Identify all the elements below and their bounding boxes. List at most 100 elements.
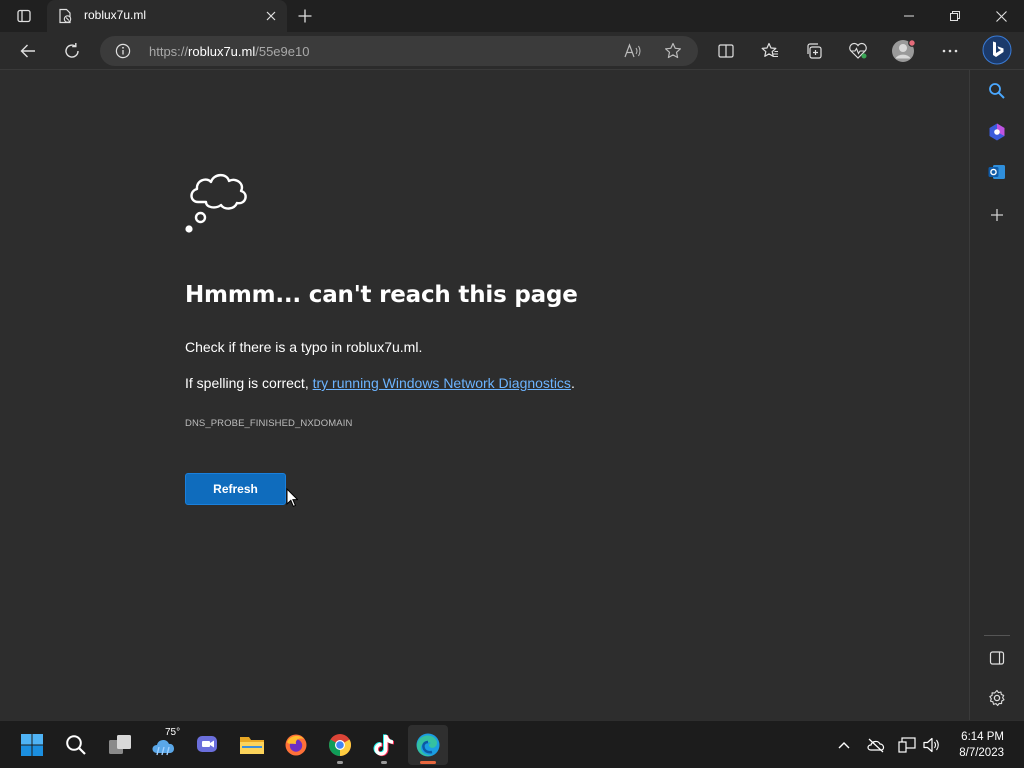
sidebar-designer-button[interactable] [984, 119, 1010, 145]
favorites-button[interactable] [754, 35, 786, 67]
tiktok-icon [373, 734, 394, 757]
running-indicator [381, 761, 387, 764]
url-scheme: https:// [149, 44, 189, 59]
favorites-icon [761, 42, 778, 58]
tiktok-button[interactable] [364, 725, 404, 765]
spelling-hint-text: If spelling is correct, try running Wind… [185, 375, 575, 391]
settings-more-button[interactable] [934, 35, 966, 67]
collections-icon [807, 43, 822, 59]
url-host: roblux7u.ml [188, 44, 256, 59]
close-icon [995, 10, 1007, 22]
browser-tab-active[interactable]: roblux7u.ml [47, 0, 287, 32]
volume-button[interactable] [922, 735, 942, 755]
outlook-icon [988, 165, 1005, 179]
page-content: Hmmm... can't reach this page Check if t… [0, 70, 969, 720]
edge-icon [416, 733, 440, 757]
sidebar-search-button[interactable] [984, 78, 1010, 104]
star-icon [665, 42, 681, 59]
spelling-suffix: . [570, 375, 575, 391]
collections-button[interactable] [798, 35, 830, 67]
close-tab-button[interactable] [263, 8, 279, 24]
sidebar-panel-icon [989, 651, 1005, 665]
refresh-button[interactable] [56, 35, 88, 67]
running-indicator [337, 761, 343, 764]
weather-temperature: 75° [165, 727, 181, 738]
title-bar: roblux7u.ml [0, 0, 1024, 32]
task-view-icon [109, 735, 131, 754]
edge-browser-button[interactable] [408, 725, 448, 765]
designer-icon [989, 123, 1005, 141]
show-hidden-icons-button[interactable] [834, 735, 854, 755]
teams-chat-button[interactable] [188, 725, 228, 765]
search-icon [989, 83, 1005, 99]
search-icon [66, 735, 86, 755]
copilot-button[interactable] [980, 33, 1014, 67]
file-explorer-button[interactable] [232, 725, 272, 765]
typo-hint-text: Check if there is a typo in roblux7u.ml. [185, 339, 423, 355]
close-window-button[interactable] [978, 0, 1024, 32]
edge-sidebar [969, 70, 1024, 720]
bing-copilot-icon [982, 35, 1012, 65]
error-code: DNS_PROBE_FINISHED_NXDOMAIN [185, 418, 353, 429]
task-view-button[interactable] [100, 725, 140, 765]
spelling-prefix: If spelling is correct, [185, 375, 313, 391]
gear-icon [989, 689, 1005, 707]
sidebar-settings-button[interactable] [984, 685, 1010, 711]
url-text[interactable]: https://roblux7u.ml/55e9e10 [149, 44, 309, 59]
restore-icon [950, 11, 960, 21]
address-bar[interactable]: https://roblux7u.ml/55e9e10 [100, 36, 698, 66]
onedrive-offline-icon [867, 738, 885, 753]
firefox-icon [285, 734, 307, 756]
plus-icon [991, 209, 1003, 221]
info-icon[interactable] [115, 43, 131, 59]
mouse-cursor-icon [286, 488, 298, 507]
chevron-up-icon [838, 742, 850, 749]
clock-time: 6:14 PM [961, 731, 1004, 743]
onedrive-button[interactable] [866, 735, 886, 755]
refresh-page-button[interactable]: Refresh [185, 473, 286, 505]
restore-button[interactable] [932, 0, 978, 32]
hide-sidebar-button[interactable] [984, 645, 1010, 671]
tab-actions-button[interactable] [8, 6, 40, 26]
chrome-icon [329, 734, 351, 756]
page-error-favicon-icon [59, 8, 72, 24]
minimize-button[interactable] [886, 0, 932, 32]
chrome-button[interactable] [320, 725, 360, 765]
read-aloud-button[interactable] [622, 40, 644, 62]
split-screen-button[interactable] [710, 35, 742, 67]
browser-toolbar: https://roblux7u.ml/55e9e10 [0, 32, 1024, 70]
heartbeat-icon [849, 42, 867, 59]
speaker-icon [923, 737, 939, 753]
network-button[interactable] [897, 735, 917, 755]
minimize-icon [904, 15, 914, 17]
start-button[interactable] [12, 725, 52, 765]
close-icon [266, 11, 276, 21]
sidebar-outlook-button[interactable] [984, 159, 1010, 185]
sidebar-add-button[interactable] [984, 202, 1010, 228]
plus-icon [298, 9, 312, 23]
back-button[interactable] [12, 35, 44, 67]
teams-chat-icon [197, 736, 217, 752]
network-diagnostics-link[interactable]: try running Windows Network Diagnostics [313, 375, 571, 391]
browser-essentials-button[interactable] [842, 35, 874, 67]
active-indicator [420, 761, 436, 764]
error-heading: Hmmm... can't reach this page [185, 282, 578, 308]
read-aloud-icon [624, 43, 641, 58]
taskbar-search-button[interactable] [56, 725, 96, 765]
thought-cloud-icon [185, 173, 247, 233]
add-favorite-button[interactable] [662, 40, 684, 62]
tab-title: roblux7u.ml [84, 8, 147, 22]
profile-button[interactable] [888, 35, 920, 67]
firefox-button[interactable] [276, 725, 316, 765]
tab-actions-icon [17, 9, 31, 23]
new-tab-button[interactable] [295, 6, 315, 26]
more-icon [942, 49, 958, 53]
back-arrow-icon [20, 44, 35, 58]
refresh-icon [65, 43, 79, 58]
sidebar-divider [984, 635, 1010, 636]
system-clock[interactable]: 6:14 PM 8/7/2023 [959, 729, 1004, 761]
folder-icon [240, 737, 264, 754]
clock-date: 8/7/2023 [959, 747, 1004, 759]
split-screen-icon [718, 44, 734, 58]
windows-taskbar: 75° 6:14 PM 8/7/2023 [0, 720, 1024, 768]
